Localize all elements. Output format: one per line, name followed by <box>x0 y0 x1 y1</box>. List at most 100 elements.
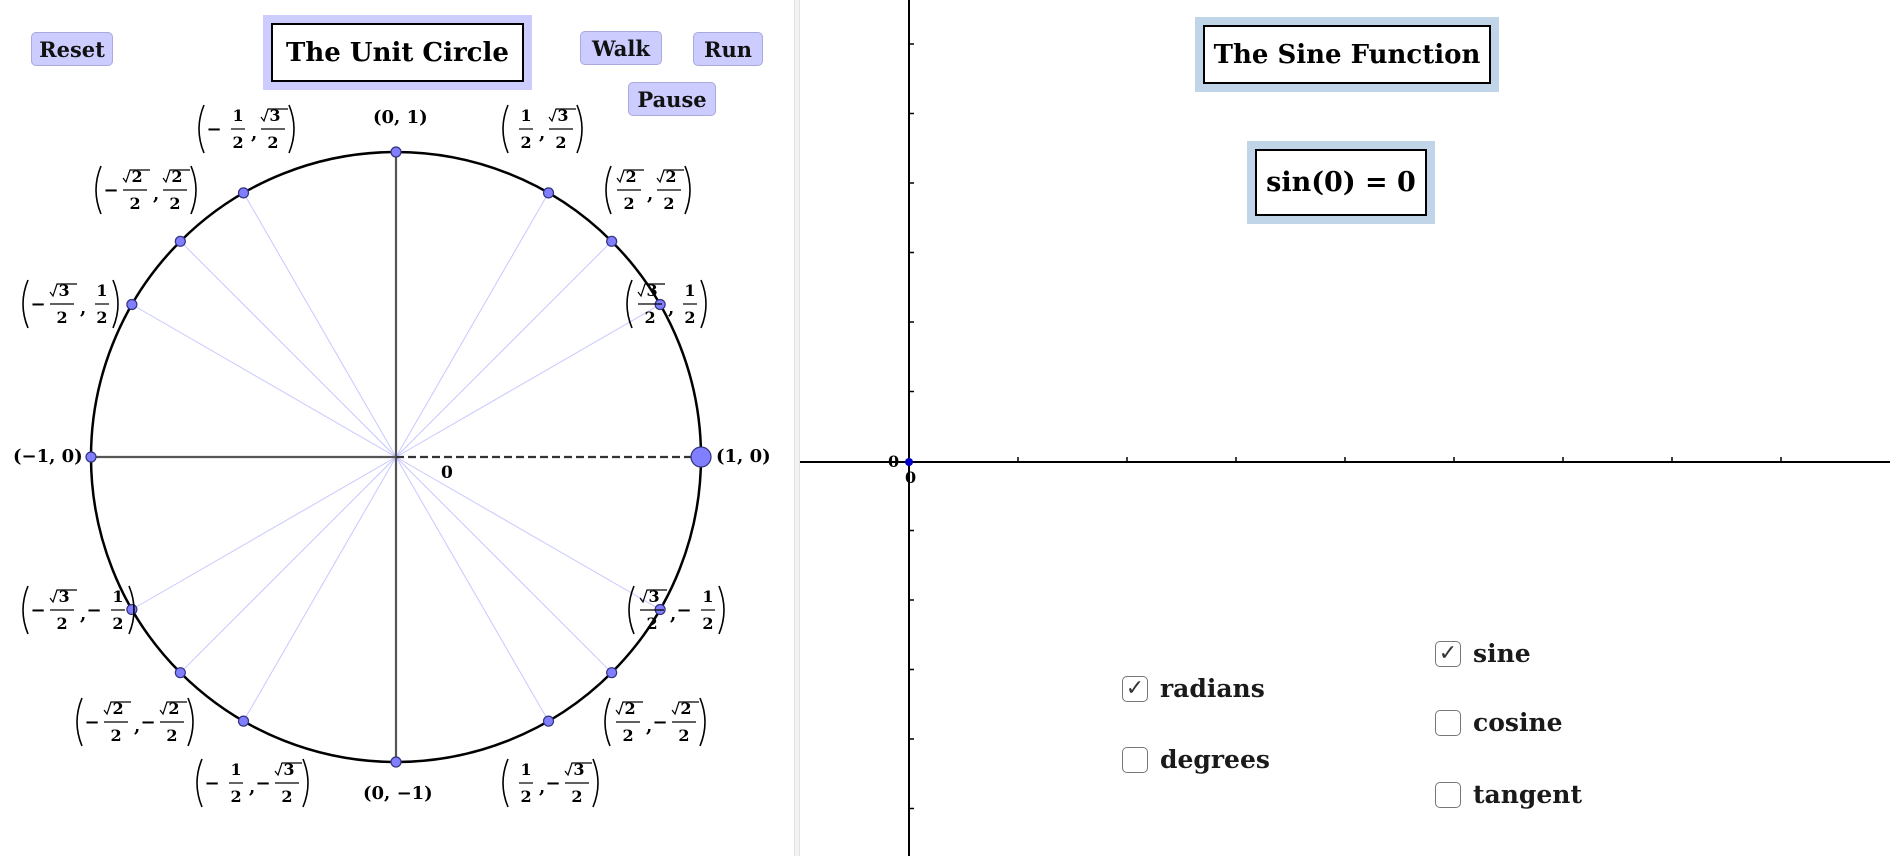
svg-text:−: − <box>103 180 118 201</box>
svg-text:2: 2 <box>622 726 633 745</box>
svg-text:3: 3 <box>269 106 280 125</box>
svg-text:−: − <box>84 712 99 733</box>
svg-text:3: 3 <box>573 760 584 779</box>
spoke-line <box>131 456 397 610</box>
svg-text:,: , <box>80 604 86 625</box>
svg-text:2: 2 <box>684 308 695 327</box>
unit-circle-graph: 32,1222,2212,32−12,32−22,22−32,12−32, −12… <box>22 104 725 808</box>
sine-expression: sin(0) = 0 <box>1255 149 1427 216</box>
check-icon: ✓ <box>1125 676 1145 701</box>
svg-text:1: 1 <box>230 760 241 779</box>
point-coordinate-label: 32,12 <box>626 279 707 329</box>
svg-text:−: − <box>206 119 221 140</box>
point-coordinate-label: 2 2, −2 2 <box>604 697 706 747</box>
circle-point <box>126 298 138 311</box>
svg-text:2: 2 <box>646 614 657 633</box>
sine-point <box>905 458 913 466</box>
svg-text:2: 2 <box>520 133 531 152</box>
svg-text:,: , <box>134 716 140 737</box>
spoke-line <box>395 456 661 610</box>
svg-text:,: , <box>670 604 676 625</box>
spoke-line <box>395 304 661 458</box>
tangent-checkbox[interactable] <box>1435 781 1461 808</box>
angle-point[interactable] <box>690 446 712 468</box>
run-button[interactable]: Run <box>693 32 763 66</box>
svg-text:2: 2 <box>624 699 635 718</box>
radians-option[interactable]: ✓ radians <box>1122 674 1265 703</box>
walk-button[interactable]: Walk <box>580 31 662 65</box>
sine-function-panel: The Sine Function sin(0) = 0 0 0 ✓ radia… <box>800 0 1890 856</box>
svg-text:3: 3 <box>58 281 69 300</box>
svg-text:2: 2 <box>623 194 634 213</box>
sine-label: sine <box>1473 639 1531 668</box>
degrees-option[interactable]: degrees <box>1122 745 1270 774</box>
svg-text:,: , <box>80 298 86 319</box>
svg-text:2: 2 <box>169 194 180 213</box>
svg-text:2: 2 <box>230 787 241 806</box>
circle-point <box>174 235 186 247</box>
point-label-bottom: (0, −1) <box>363 783 433 804</box>
svg-text:3: 3 <box>58 587 69 606</box>
degrees-checkbox[interactable] <box>1122 746 1148 773</box>
cosine-option[interactable]: cosine <box>1435 708 1563 737</box>
radians-checkbox[interactable]: ✓ <box>1122 675 1148 702</box>
svg-text:−: − <box>204 773 219 794</box>
point-coordinate-label: −22,22 <box>95 165 197 215</box>
svg-text:2: 2 <box>56 614 67 633</box>
sine-option[interactable]: ✓ sine <box>1435 639 1531 668</box>
svg-text:1: 1 <box>520 760 531 779</box>
svg-text:2: 2 <box>129 194 140 213</box>
svg-text:1: 1 <box>520 106 531 125</box>
svg-text:,: , <box>646 716 652 737</box>
sine-title-frame: The Sine Function <box>1195 17 1499 92</box>
svg-text:2: 2 <box>663 194 674 213</box>
svg-text:−: − <box>30 294 45 315</box>
circle-point <box>237 187 250 199</box>
cosine-checkbox[interactable] <box>1435 709 1461 736</box>
svg-text:2: 2 <box>112 699 123 718</box>
circle-point <box>606 667 618 679</box>
circle-point <box>606 235 618 247</box>
spoke-line <box>179 240 397 458</box>
unit-circle-title: The Unit Circle <box>271 23 524 82</box>
point-coordinate-label: −32, −12 <box>22 585 135 635</box>
x-axis-origin-label: 0 <box>905 468 917 487</box>
svg-text:2: 2 <box>110 726 121 745</box>
svg-text:1: 1 <box>232 106 243 125</box>
tangent-option[interactable]: tangent <box>1435 780 1582 809</box>
check-icon: ✓ <box>1438 641 1458 666</box>
spoke-line <box>179 456 397 674</box>
circle-point <box>390 756 402 768</box>
svg-text:2: 2 <box>665 167 676 186</box>
point-coordinate-label: 22,22 <box>605 165 691 215</box>
svg-text:−: − <box>86 600 101 621</box>
svg-text:,: , <box>668 298 674 319</box>
svg-text:2: 2 <box>555 133 566 152</box>
svg-text:3: 3 <box>648 587 659 606</box>
svg-text:,: , <box>539 123 545 144</box>
point-label-left: (−1, 0) <box>13 446 83 467</box>
circle-point <box>126 603 138 616</box>
svg-text:,: , <box>249 777 255 798</box>
circle-point <box>390 146 402 158</box>
unit-circle-title-frame: The Unit Circle <box>263 15 532 90</box>
svg-text:,: , <box>251 123 257 144</box>
svg-text:,: , <box>647 184 653 205</box>
cosine-label: cosine <box>1473 708 1563 737</box>
svg-text:2: 2 <box>644 308 655 327</box>
circle-point <box>542 715 555 727</box>
svg-text:2: 2 <box>166 726 177 745</box>
pause-button[interactable]: Pause <box>628 82 716 116</box>
svg-text:2: 2 <box>571 787 582 806</box>
svg-text:2: 2 <box>96 308 107 327</box>
spoke-line <box>243 456 397 722</box>
sine-checkbox[interactable]: ✓ <box>1435 640 1461 667</box>
svg-text:−: − <box>140 712 155 733</box>
spoke-line <box>395 456 613 674</box>
unit-circle-panel: 3 2, 1 2 2 2, 2 2 1 2, 3 2−1 2, 3 2−2 2, 2 2−3 2, 1 2−3 2, −1 2… <box>0 0 794 856</box>
reset-button[interactable]: Reset <box>31 32 113 66</box>
svg-text:2: 2 <box>680 699 691 718</box>
svg-text:2: 2 <box>232 133 243 152</box>
point-label-right: (1, 0) <box>716 446 771 467</box>
sine-expression-frame: sin(0) = 0 <box>1247 141 1435 224</box>
